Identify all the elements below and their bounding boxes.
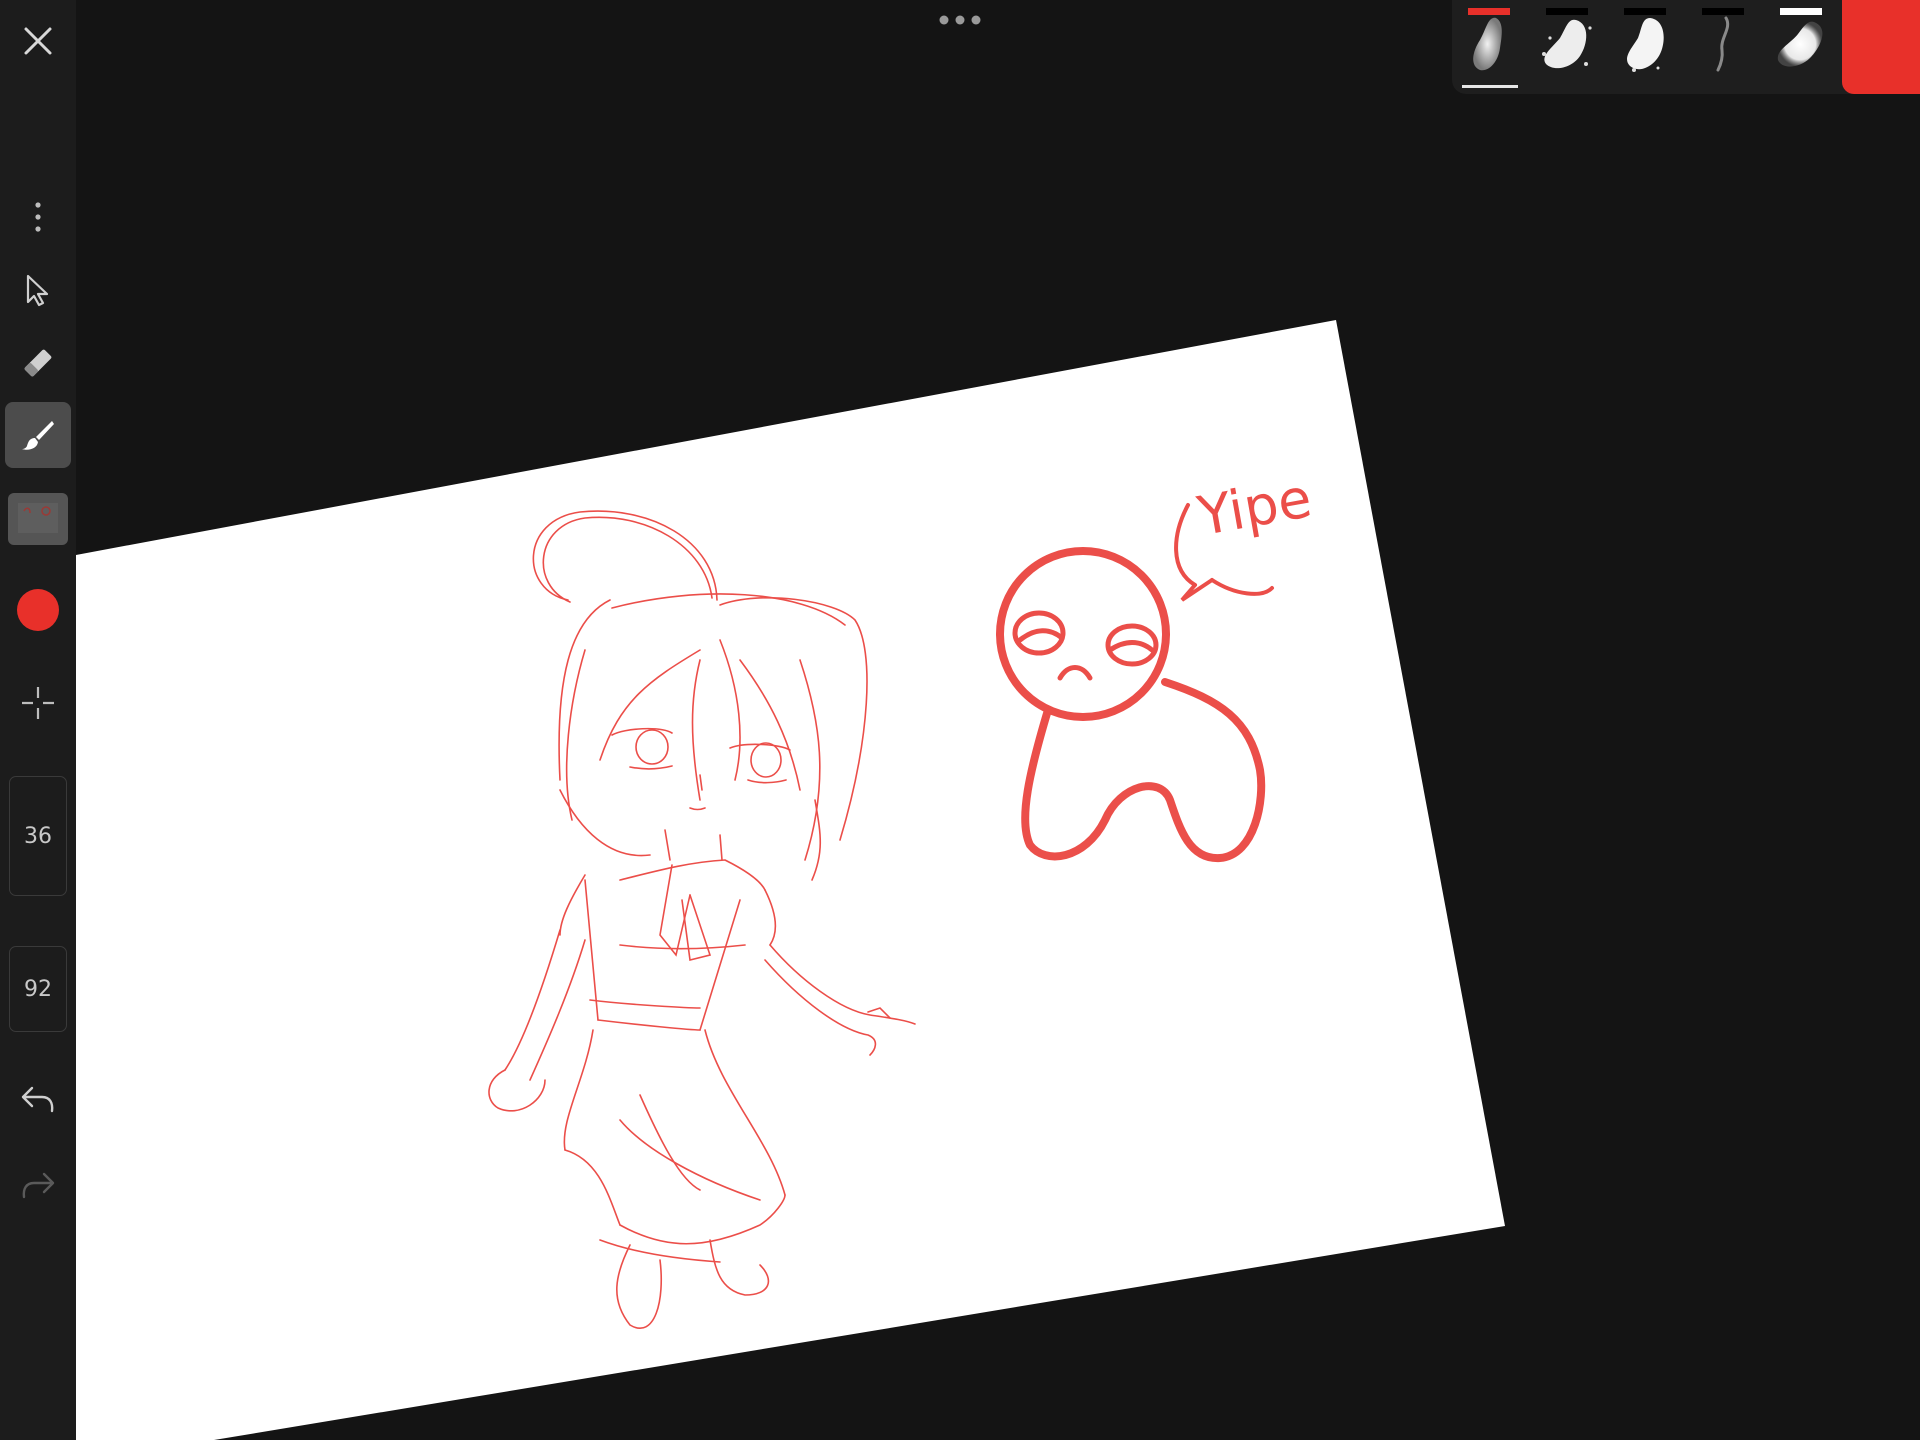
color-dot-icon <box>17 589 59 631</box>
layers-button[interactable] <box>5 486 71 552</box>
brush-airbrush-icon <box>1777 21 1823 67</box>
redo-icon <box>22 1172 55 1199</box>
symmetry-button[interactable] <box>5 670 71 736</box>
brush-textured-icon <box>1627 18 1664 72</box>
brush-spray[interactable] <box>1536 8 1598 88</box>
drawing-canvas[interactable]: Yipe <box>76 0 1920 1440</box>
brush-airbrush[interactable] <box>1770 8 1832 88</box>
brush-pencil-line-icon <box>1716 16 1730 72</box>
left-toolbar: 36 92 <box>0 0 76 1440</box>
color-picker-button[interactable] <box>5 577 71 643</box>
select-arrow-icon <box>26 274 49 307</box>
brush-textured[interactable] <box>1614 8 1676 88</box>
brush-soft-round-icon <box>1473 17 1502 71</box>
selected-brush-indicator <box>1462 85 1518 88</box>
select-tool-button[interactable] <box>5 257 71 323</box>
eraser-tool-button[interactable] <box>5 330 71 396</box>
brush-marker <box>1702 8 1744 15</box>
brush-marker <box>1546 8 1588 15</box>
brush-soft-round[interactable] <box>1458 8 1520 88</box>
eraser-icon <box>24 349 52 377</box>
brush-marker <box>1468 8 1510 15</box>
current-color-swatch[interactable] <box>1842 0 1920 94</box>
undo-icon <box>21 1086 54 1113</box>
brush-spray-icon <box>1542 19 1592 69</box>
close-icon <box>24 27 52 55</box>
brush-icon <box>22 421 54 450</box>
brush-pencil-line[interactable] <box>1692 8 1754 88</box>
close-button[interactable] <box>5 8 71 74</box>
vertical-dots-icon <box>35 202 41 232</box>
layers-thumbnail-icon <box>8 493 68 545</box>
brush-marker <box>1780 8 1822 15</box>
more-menu-button[interactable] <box>5 184 71 250</box>
brush-tool-button[interactable] <box>5 402 71 468</box>
brush-size-slider[interactable]: 36 <box>9 776 67 896</box>
symmetry-crosshair-icon <box>22 687 54 719</box>
brush-marker <box>1624 8 1666 15</box>
undo-button[interactable] <box>5 1066 71 1132</box>
brush-opacity-value: 92 <box>24 976 52 1002</box>
redo-button[interactable] <box>5 1152 71 1218</box>
brush-opacity-slider[interactable]: 92 <box>9 946 67 1032</box>
brush-size-value: 36 <box>24 823 52 849</box>
